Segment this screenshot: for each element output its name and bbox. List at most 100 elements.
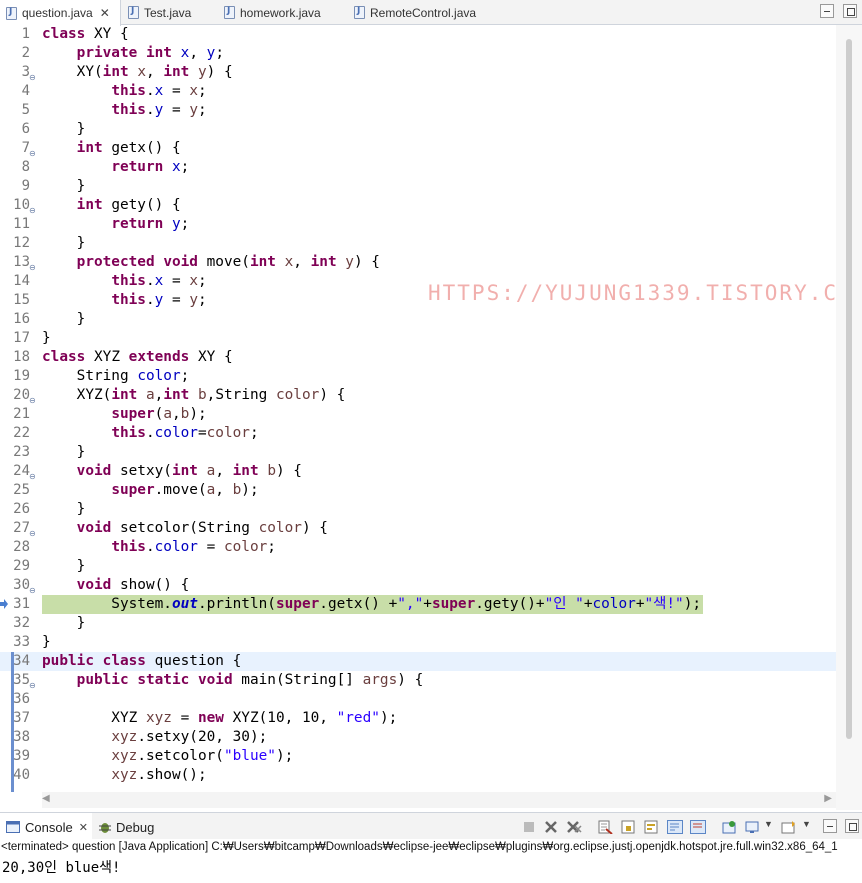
close-icon[interactable]: ✕ <box>79 821 88 834</box>
scrollbar-thumb[interactable] <box>846 39 852 739</box>
code-token: ) { <box>206 64 233 80</box>
line-number: 33 <box>13 634 30 650</box>
code-text: public static void main(String[] args) { <box>42 671 424 690</box>
code-line[interactable]: 40 xyz.show(); <box>0 766 836 785</box>
code-line[interactable]: 9 } <box>0 177 836 196</box>
code-line[interactable]: 31 System.out.println(super.getx() +","+… <box>0 595 836 614</box>
chevron-down-icon[interactable]: ▼ <box>764 819 773 829</box>
code-line[interactable]: 36 <box>0 690 836 709</box>
code-token: color <box>258 520 302 536</box>
chevron-down-icon[interactable]: ▼ <box>802 819 811 829</box>
code-token: } <box>42 330 51 346</box>
code-line[interactable]: 24 ⊖ void setxy(int a, int b) { <box>0 462 836 481</box>
code-line[interactable]: 27 ⊖ void setcolor(String color) { <box>0 519 836 538</box>
code-line[interactable]: 32 } <box>0 614 836 633</box>
code-editor[interactable]: 1 class XY {2 private int x, y; 3 ⊖ XY(int … <box>0 25 836 792</box>
code-line[interactable]: 38 xyz.setxy(20, 30); <box>0 728 836 747</box>
tab-remotecontrol-java[interactable]: RemoteControl.java <box>354 0 476 25</box>
remove-launch-icon[interactable] <box>543 820 559 834</box>
code-line[interactable]: 20 ⊖ XYZ(int a,int b,String color) { <box>0 386 836 405</box>
tab-homework-java[interactable]: homework.java <box>224 0 321 25</box>
tab-question-java[interactable]: question.java ✕ <box>0 0 121 26</box>
code-line[interactable]: 17} <box>0 329 836 348</box>
code-token: a <box>163 406 172 422</box>
console-output[interactable]: 20,30인 blue색! <box>2 857 120 877</box>
code-line[interactable]: 18 class XYZ extends XY { <box>0 348 836 367</box>
open-console-icon[interactable] <box>781 820 797 834</box>
code-line[interactable]: 37 XYZ xyz = new XYZ(10, 10, "red"); <box>0 709 836 728</box>
line-number: 4 <box>21 83 30 99</box>
clear-console-icon[interactable] <box>597 820 613 834</box>
code-line[interactable]: 8 return x; <box>0 158 836 177</box>
code-line[interactable]: 21 super(a,b); <box>0 405 836 424</box>
line-number: 32 <box>13 615 30 631</box>
code-token: y <box>345 254 354 270</box>
maximize-icon[interactable] <box>845 819 859 833</box>
code-line[interactable]: 34 public class question { <box>0 652 836 671</box>
code-line[interactable]: 11 return y; <box>0 215 836 234</box>
remove-all-terminated-icon[interactable] <box>566 820 582 834</box>
code-line[interactable]: 35 ⊖ public static void main(String[] arg… <box>0 671 836 690</box>
code-line[interactable]: 26 } <box>0 500 836 519</box>
tab-label: Debug <box>116 819 155 835</box>
code-text: class XY { <box>42 25 129 44</box>
code-line[interactable]: 29 } <box>0 557 836 576</box>
code-line[interactable]: 7 ⊖ int getx() { <box>0 139 836 158</box>
code-line[interactable]: 6 } <box>0 120 836 139</box>
line-number: 3 <box>21 64 30 80</box>
code-text: public class question { <box>42 652 241 671</box>
close-icon[interactable]: ✕ <box>100 6 110 20</box>
display-console-icon[interactable] <box>745 820 761 834</box>
scroll-left-icon[interactable]: ◀ <box>42 793 50 804</box>
code-line[interactable]: 10 ⊖ int gety() { <box>0 196 836 215</box>
code-line[interactable]: 16 } <box>0 310 836 329</box>
code-token: ); <box>275 748 294 764</box>
code-token: } <box>42 444 86 460</box>
code-line[interactable]: 30 ⊖ void show() { <box>0 576 836 595</box>
minimize-icon[interactable] <box>823 819 837 833</box>
word-wrap-icon[interactable] <box>643 820 659 834</box>
code-token: , <box>293 254 311 270</box>
code-line[interactable]: 22 this.color=color; <box>0 424 836 443</box>
scroll-lock-icon[interactable] <box>620 820 636 834</box>
code-line[interactable]: 2 private int x, y; <box>0 44 836 63</box>
code-line[interactable]: 28 this.color = color; <box>0 538 836 557</box>
code-token: ) { <box>275 463 302 479</box>
maximize-icon[interactable] <box>843 4 857 18</box>
code-line[interactable]: 23 } <box>0 443 836 462</box>
code-line[interactable]: 1 class XY { <box>0 25 836 44</box>
tab-debug[interactable]: Debug <box>98 813 154 841</box>
code-line[interactable]: 39 xyz.setcolor("blue"); <box>0 747 836 766</box>
minimize-icon[interactable] <box>820 4 834 18</box>
pin-console-icon[interactable] <box>721 820 737 834</box>
code-line[interactable]: 19 String color; <box>0 367 836 386</box>
code-line[interactable]: 25 super.move(a, b); <box>0 481 836 500</box>
code-text: void setcolor(String color) { <box>42 519 328 538</box>
line-number: 19 <box>13 368 30 384</box>
horizontal-scrollbar[interactable]: ◀ ▶ <box>42 792 836 808</box>
code-token: , <box>171 406 181 422</box>
java-file-icon <box>224 6 235 19</box>
terminate-icon[interactable] <box>521 820 537 834</box>
code-token: x <box>171 159 181 175</box>
show-on-stdout-icon[interactable] <box>667 820 683 834</box>
code-line[interactable]: 13 ⊖ protected void move(int x, int y) { <box>0 253 836 272</box>
tab-test-java[interactable]: Test.java <box>128 0 191 25</box>
scroll-right-icon[interactable]: ▶ <box>824 793 832 804</box>
line-number: 6 <box>21 121 30 137</box>
code-token: x <box>154 83 164 99</box>
tab-console[interactable]: Console ✕ <box>0 813 92 841</box>
code-token: return <box>111 159 164 175</box>
code-line[interactable]: 12 } <box>0 234 836 253</box>
show-on-stderr-icon[interactable] <box>690 820 706 834</box>
vertical-scrollbar[interactable] <box>836 25 862 810</box>
code-line[interactable]: 33} <box>0 633 836 652</box>
code-line[interactable]: 4 this.x = x; <box>0 82 836 101</box>
code-line[interactable]: 5 this.y = y; <box>0 101 836 120</box>
code-token: super <box>111 406 155 422</box>
code-line[interactable]: 3 ⊖ XY(int x, int y) { <box>0 63 836 82</box>
